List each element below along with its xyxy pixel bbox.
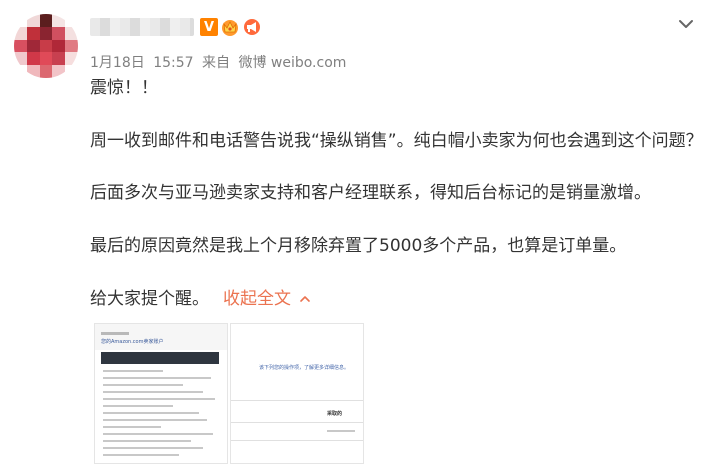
email-line [101,332,129,335]
email-subject: 您的Amazon.com卖家账户 [101,339,164,345]
email-text-line [103,433,213,435]
author-name[interactable] [90,18,194,36]
paragraph-5: 给大家提个醒。 收起全文 [90,286,311,312]
paragraph-3: 后面多次与亚马逊卖家支持和客户经理联系，得知后台标记的是销量激增。 [90,183,651,203]
badge-row: V [200,18,262,36]
post-meta: 1月18日 15:57 来自 微博 weibo.com [90,52,346,72]
chevron-up-icon[interactable] [299,293,311,305]
collapse-button[interactable]: 收起全文 [223,289,311,309]
email-text-line [103,398,215,400]
email-text-line [103,370,163,372]
source-prefix: 来自 [202,55,230,71]
seller-central-notice: 该下列您的操作项，了解更多详细信息。 [259,365,350,371]
divider [231,422,363,423]
email-text-line [103,405,173,407]
divider [231,440,363,441]
email-header-area [95,324,227,350]
seller-text-line [327,430,355,432]
email-text-line [103,447,203,449]
divider [231,400,363,401]
paragraph-2: 周一收到邮件和电话警告说我“操纵销售”。纯白帽小卖家为何也会遇到这个问题？ [90,131,703,151]
email-text-line [103,454,179,456]
email-text-line [103,426,161,428]
email-text-line [103,384,183,386]
post-time[interactable]: 15:57 [153,55,193,71]
chevron-down-icon[interactable] [676,14,696,34]
email-text-line [103,377,211,379]
paragraph-4: 最后的原因竟然是我上个月移除弃置了5000多个产品，也算是订单量。 [90,236,627,256]
collapse-label[interactable]: 收起全文 [223,289,291,309]
paragraph-1: 震惊！！ [90,78,158,98]
last-line: 给大家提个醒。 [90,289,209,309]
avatar[interactable] [14,14,78,78]
email-text-line [103,412,199,414]
seller-central-heading: 采取的 [327,411,343,417]
email-dark-bar [101,352,219,364]
avatar-mosaic [14,14,78,78]
email-text-line [103,419,207,421]
email-text-line [103,391,203,393]
email-text-line [103,440,191,442]
crown-icon[interactable] [220,18,240,36]
post-date[interactable]: 1月18日 [90,55,145,71]
image-thumbnail-1[interactable]: 您的Amazon.com卖家账户 [94,323,228,464]
horn-icon[interactable] [242,18,262,36]
verified-v-icon[interactable]: V [200,18,218,36]
image-thumbnail-2[interactable]: 该下列您的操作项，了解更多详细信息。 采取的 [230,323,364,464]
post-source[interactable]: 微博 weibo.com [238,55,346,71]
